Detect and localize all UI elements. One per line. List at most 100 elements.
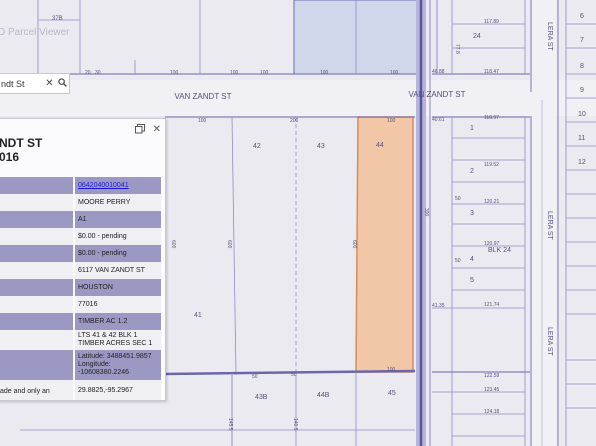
- street-label-lera: LERA ST: [546, 211, 553, 241]
- street-label-van-zandt-right: VAN ZANDT ST: [408, 90, 465, 99]
- dim-label: 100: [170, 70, 179, 76]
- lot-5[interactable]: 5: [470, 277, 474, 284]
- attribute-row: Latitude: 3488451.9857 Longitude: -10608…: [0, 350, 163, 380]
- attribute-row: A1: [0, 211, 163, 228]
- dim-label: 100: [230, 70, 239, 76]
- panel-title: NDT ST: [0, 136, 43, 150]
- maximize-icon[interactable]: [134, 124, 145, 137]
- attribute-value: 6117 VAN ZANDT ST: [75, 262, 161, 279]
- search-input[interactable]: ndt St: [0, 79, 43, 89]
- dim-label: 100: [387, 367, 396, 373]
- attribute-value: LTS 41 & 42 BLK 1 TIMBER ACRES SEC 1: [75, 330, 161, 350]
- dim-label: 600: [351, 240, 357, 249]
- dim-label: 100: [198, 118, 207, 124]
- attribute-value: 29.8825,-95.2967: [75, 380, 161, 400]
- lot-far-11[interactable]: 11: [578, 135, 585, 142]
- lot-43[interactable]: 43: [317, 143, 325, 150]
- dim-label: 50: [252, 374, 258, 380]
- attribute-row: 6117 VAN ZANDT ST: [0, 262, 163, 279]
- dim-label: 50: [291, 372, 297, 378]
- close-icon[interactable]: ✕: [43, 78, 56, 89]
- lot-24[interactable]: 24: [473, 33, 481, 40]
- lot-3[interactable]: 3: [470, 210, 474, 217]
- attribute-value: A1: [75, 211, 161, 228]
- dim-label: 140.5: [292, 418, 298, 431]
- search-box[interactable]: ndt St ✕: [0, 73, 70, 94]
- lot-45[interactable]: 45: [388, 390, 396, 397]
- street-label-van-zandt-left: VAN ZANDT ST: [174, 92, 231, 101]
- dim-label: 46.88: [432, 69, 445, 75]
- attribute-value: Latitude: 3488451.9857 Longitude: -10608…: [75, 350, 161, 380]
- lot-far-7[interactable]: 7: [580, 37, 584, 44]
- dim-label: 40.61: [432, 117, 445, 123]
- lot-far-9[interactable]: 9: [580, 87, 584, 94]
- dim-label: 121.74: [484, 302, 500, 308]
- attribute-row: $0.00 - pending: [0, 228, 163, 245]
- lot-far-12[interactable]: 12: [578, 159, 586, 166]
- selected-parcel[interactable]: [355, 116, 414, 373]
- attribute-label: ade and only an: [0, 380, 73, 400]
- attribute-value: $0.00 - pending: [75, 228, 161, 245]
- attribute-row: HOUSTON: [0, 279, 163, 296]
- attribute-label: [0, 313, 73, 330]
- attribute-label: [0, 177, 73, 194]
- street-label-lera-top: LERA ST: [546, 22, 553, 52]
- dim-label: 100: [390, 70, 399, 76]
- dim-label: 600: [170, 240, 176, 249]
- lot-44[interactable]: 44: [376, 142, 384, 149]
- lot-44b[interactable]: 44B: [317, 392, 330, 399]
- dim-label: 200: [290, 118, 299, 124]
- dim-label: 145.5: [227, 418, 233, 431]
- attribute-label: [0, 350, 73, 380]
- block-label: BLK 24: [488, 247, 511, 254]
- attribute-row: $0.00 - pending: [0, 245, 163, 262]
- dim-label: 120.97: [484, 241, 500, 247]
- dim-label: 77.8: [454, 44, 460, 54]
- search-icon[interactable]: [56, 77, 69, 90]
- dim-label: 118.47: [484, 69, 499, 75]
- attribute-label: [0, 296, 73, 313]
- dim-label: 20: [85, 70, 91, 76]
- attribute-table: 0642040010041 MOORE PERRY A1 $0.00 - pendin…: [0, 177, 163, 400]
- attribute-value: $0.00 - pending: [75, 245, 161, 262]
- attribute-label: [0, 279, 73, 296]
- attribute-value: HOUSTON: [75, 279, 161, 296]
- dim-label: 100: [320, 70, 329, 76]
- dim-label: 50: [455, 196, 461, 202]
- lot-1[interactable]: 1: [470, 125, 474, 132]
- attribute-value: MOORE PERRY: [75, 194, 161, 211]
- dim-label: 119.52: [484, 162, 499, 168]
- dim-label: 120.21: [484, 199, 500, 205]
- lot-far-10[interactable]: 10: [578, 111, 586, 118]
- lot-42[interactable]: 42: [253, 143, 261, 150]
- dim-label: 41.35: [432, 303, 445, 309]
- parcel-id-link[interactable]: 0642040010041: [78, 182, 129, 190]
- dim-label: 30: [95, 70, 101, 76]
- lot-far-8[interactable]: 8: [580, 63, 584, 70]
- attribute-label: [0, 245, 73, 262]
- dim-label: 122.59: [484, 373, 500, 379]
- dim-label: 390: [423, 208, 429, 217]
- panel-subtitle: 016: [0, 150, 20, 164]
- dim-label: 100: [260, 70, 269, 76]
- attribute-value: TIMBER AC 1.2: [75, 313, 161, 330]
- lot-2[interactable]: 2: [470, 168, 474, 175]
- close-icon[interactable]: ✕: [153, 124, 161, 137]
- dim-label: 50: [455, 258, 461, 264]
- attribute-row: ade and only an 29.8825,-95.2967: [0, 380, 163, 400]
- lot-43b[interactable]: 43B: [255, 394, 268, 401]
- parcel-info-panel: ✕ NDT ST 016 0642040010041 MOORE PERRY A1 $…: [0, 118, 166, 401]
- attribute-value: 77016: [75, 296, 161, 313]
- dim-label: 118.97: [484, 115, 499, 121]
- attribute-label: [0, 194, 73, 211]
- lot-4[interactable]: 4: [470, 256, 474, 263]
- attribute-value[interactable]: 0642040010041: [75, 177, 161, 194]
- dim-label: 100: [387, 118, 396, 124]
- lot-far-6[interactable]: 6: [580, 13, 584, 20]
- attribute-row: 77016: [0, 296, 163, 313]
- attribute-label: [0, 211, 73, 228]
- lot-41[interactable]: 41: [194, 312, 202, 319]
- dim-label: 124.18: [484, 409, 500, 415]
- dim-label: 117.89: [484, 19, 499, 25]
- dim-label: 123.45: [484, 387, 500, 393]
